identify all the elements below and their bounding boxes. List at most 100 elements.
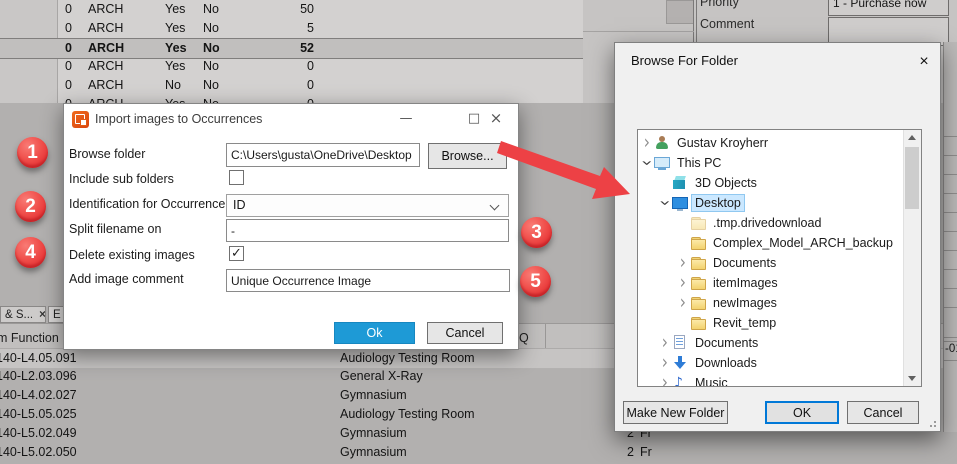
tree-item-label[interactable]: Revit_temp	[710, 315, 779, 331]
cancel-button[interactable]: Cancel	[847, 401, 919, 424]
chevron-down-icon[interactable]	[658, 193, 672, 213]
browse-folder-input[interactable]	[226, 143, 420, 167]
tree-item-documents[interactable]: Documents	[638, 333, 904, 353]
comment-label: Comment	[700, 17, 754, 31]
tree-item-tmp-drivedownload[interactable]: .tmp.drivedownload	[638, 213, 904, 233]
table-row[interactable]: 0 ARCH Yes No 0	[0, 57, 583, 76]
table-row[interactable]: 0 ARCH No No 0	[0, 76, 583, 95]
cell: Yes	[165, 39, 187, 58]
tree-item-label[interactable]: itemImages	[710, 275, 781, 291]
tree-item-gustav-kroyherr[interactable]: Gustav Kroyherr	[638, 133, 904, 153]
tree-item-label[interactable]: Documents	[710, 255, 779, 271]
split-filename-label: Split filename on	[69, 222, 161, 236]
cell: 140-L5.02.050	[0, 443, 77, 462]
cancel-button[interactable]: Cancel	[427, 322, 503, 344]
tree-item-label[interactable]: 3D Objects	[692, 175, 760, 191]
tree-item-this-pc[interactable]: This PC	[638, 153, 904, 173]
download-icon	[672, 355, 689, 371]
chevron-down-icon[interactable]	[640, 153, 654, 173]
minimize-icon[interactable]: —	[394, 107, 418, 129]
cell: 2	[620, 443, 634, 462]
ok-button[interactable]: OK	[765, 401, 839, 424]
delete-existing-label: Delete existing images	[69, 248, 195, 262]
chevron-right-icon[interactable]	[658, 333, 672, 353]
tab-close-icon[interactable]: ×	[39, 309, 46, 321]
table-row[interactable]: 0 ARCH Yes No 50	[0, 0, 583, 19]
ok-button[interactable]: Ok	[334, 322, 415, 344]
resize-grip[interactable]	[934, 425, 936, 427]
tree-scrollbar[interactable]	[903, 130, 921, 386]
user-icon	[654, 135, 671, 151]
cell: 0	[58, 39, 72, 58]
folder-icon	[690, 215, 707, 231]
make-new-folder-button[interactable]: Make New Folder	[623, 401, 728, 424]
priority-field[interactable]: 1 - Purchase now	[828, 0, 949, 16]
callout-badge-3: 3	[521, 217, 552, 248]
scroll-up-icon[interactable]	[908, 135, 916, 140]
column-header-function: m Function	[0, 331, 59, 345]
close-icon[interactable]: ×	[484, 107, 508, 129]
browse-for-folder-dialog: Browse For Folder × Gustav Kroyherr This…	[614, 42, 941, 432]
tree-item-documents-desktop[interactable]: Documents	[638, 253, 904, 273]
tree-item-downloads[interactable]: Downloads	[638, 353, 904, 373]
chevron-right-icon[interactable]	[676, 253, 690, 273]
tree-item-label[interactable]: newImages	[710, 295, 780, 311]
folder-icon	[690, 255, 707, 271]
cell: No	[203, 57, 219, 76]
include-subfolders-label: Include sub folders	[69, 172, 174, 186]
tree-item-revit-temp[interactable]: Revit_temp	[638, 313, 904, 333]
chevron-right-icon[interactable]	[676, 293, 690, 313]
cell: 140-L5.05.025	[0, 405, 77, 424]
close-icon[interactable]: ×	[911, 50, 937, 74]
identification-select[interactable]: ID	[226, 194, 509, 217]
tree-item-3d-objects[interactable]: 3D Objects	[638, 173, 904, 193]
cell: No	[203, 76, 219, 95]
cell: ARCH	[88, 76, 123, 95]
cell: 140-L4.02.027	[0, 386, 77, 405]
chevron-right-icon[interactable]	[658, 353, 672, 373]
room-row[interactable]: 140-L5.02.050 Gymnasium 2 Fr	[0, 443, 957, 462]
delete-existing-checkbox[interactable]: ✓	[229, 246, 244, 261]
cancel-label: Cancel	[446, 326, 485, 340]
cell: 140-L5.02.049	[0, 424, 77, 443]
priority-value: 1 - Purchase now	[833, 0, 926, 10]
tree-item-label[interactable]: Music	[692, 375, 731, 387]
scroll-down-icon[interactable]	[908, 376, 916, 381]
tree-item-label[interactable]: Documents	[692, 335, 761, 351]
cell: Audiology Testing Room	[340, 349, 475, 368]
maximize-icon[interactable]: □	[462, 107, 486, 129]
table-row[interactable]: 0 ARCH Yes No 5	[0, 19, 583, 38]
split-filename-input[interactable]	[226, 219, 509, 242]
tree-item-label[interactable]: .tmp.drivedownload	[710, 215, 824, 231]
tree-item-complex-model-arch-backup[interactable]: Complex_Model_ARCH_backup	[638, 233, 904, 253]
browse-button[interactable]: Browse...	[428, 143, 507, 169]
tree-item-itemimages[interactable]: itemImages	[638, 273, 904, 293]
tree-item-label[interactable]: Downloads	[692, 355, 760, 371]
tab-partial[interactable]: E	[48, 306, 64, 323]
tree-item-desktop[interactable]: Desktop	[638, 193, 904, 213]
tree-item-label[interactable]: Gustav Kroyherr	[674, 135, 771, 151]
dialog-title: Import images to Occurrences	[95, 112, 262, 126]
chevron-right-icon[interactable]	[640, 133, 654, 153]
include-subfolders-checkbox[interactable]	[229, 170, 244, 185]
desktop-icon	[672, 195, 689, 211]
import-images-dialog: Import images to Occurrences — □ × Brows…	[63, 103, 519, 350]
add-comment-input[interactable]	[226, 269, 510, 292]
tree-item-label[interactable]: Complex_Model_ARCH_backup	[710, 235, 896, 251]
scroll-thumb[interactable]	[905, 147, 919, 209]
chevron-right-icon[interactable]	[676, 273, 690, 293]
callout-badge-4: 4	[15, 237, 46, 268]
add-comment-label: Add image comment	[69, 272, 184, 286]
chevron-right-icon[interactable]	[658, 373, 672, 387]
tree-item-label[interactable]: This PC	[674, 155, 724, 171]
cell: 140-L4.05.091	[0, 349, 77, 368]
ok-label: Ok	[367, 326, 383, 340]
occurrence-table: 0 ARCH Yes No 50 0 ARCH Yes No 5 0 ARCH …	[0, 0, 584, 103]
computer-icon	[654, 155, 671, 171]
tree-item-music[interactable]: Music	[638, 373, 904, 387]
tab-active[interactable]: & S... ×	[0, 306, 46, 323]
tree-item-label-selected[interactable]: Desktop	[692, 195, 744, 211]
tree-item-newimages[interactable]: newImages	[638, 293, 904, 313]
table-row-selected[interactable]: 0 ARCH Yes No 52	[0, 38, 583, 59]
dialog-title: Browse For Folder	[631, 53, 738, 68]
